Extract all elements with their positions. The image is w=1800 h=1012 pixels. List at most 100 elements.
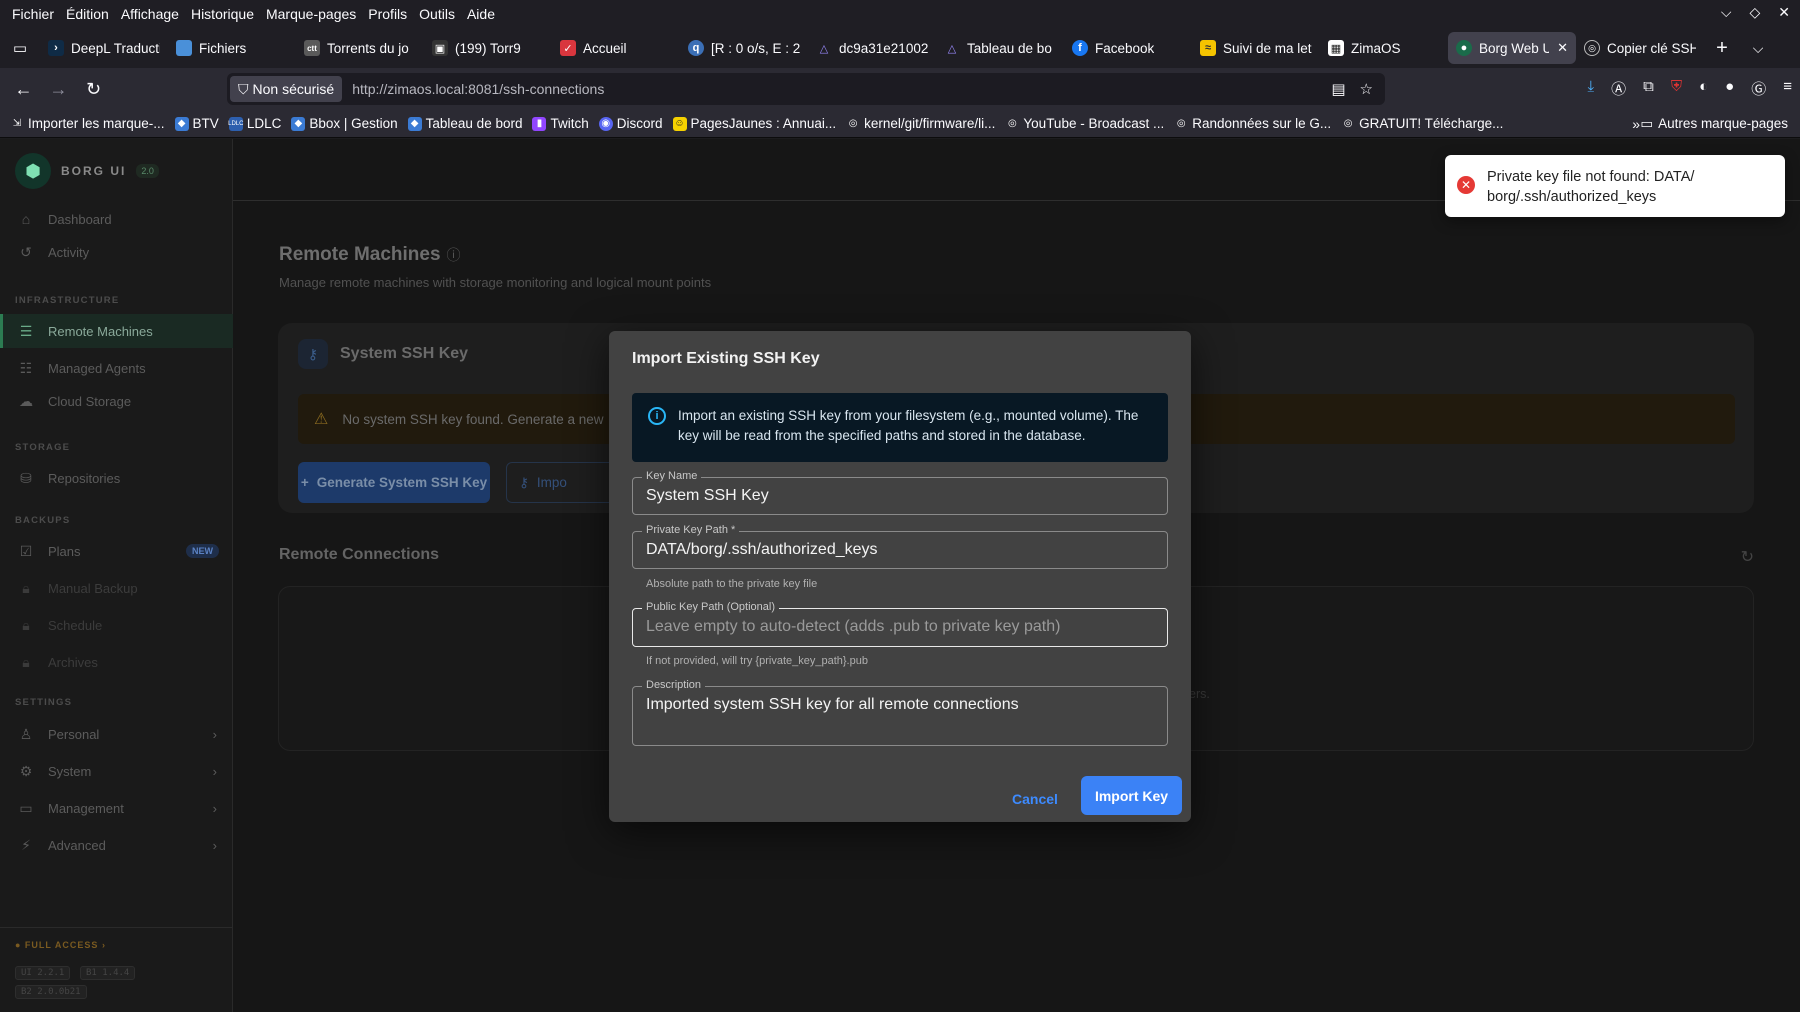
import-key-button[interactable]: Import Key xyxy=(1081,776,1182,815)
sidebar-item-system[interactable]: ⚙ System › xyxy=(0,754,233,788)
refresh-icon[interactable]: ↻ xyxy=(1741,547,1754,567)
chevron-down-icon[interactable]: ⌵ xyxy=(1740,40,1776,57)
menu-outils[interactable]: Outils xyxy=(413,6,461,22)
tab-torr9[interactable]: ▣ (199) Torr9 xyxy=(424,32,552,64)
security-indicator[interactable]: ⛉ Non sécurisé xyxy=(230,76,343,102)
shield-icon: ⛉ xyxy=(238,80,249,97)
key-name-value: System SSH Key xyxy=(646,487,769,504)
management-icon: ▭ xyxy=(19,799,33,816)
account-icon[interactable]: Ⓐ xyxy=(1611,78,1626,99)
sidebar-item-repositories[interactable]: ⛁ Repositories xyxy=(0,461,233,495)
private-key-helper: Absolute path to the private key file xyxy=(646,578,818,590)
tab-laposte[interactable]: ≈ Suivi de ma let xyxy=(1192,32,1320,64)
tab-accueil[interactable]: ✓ Accueil xyxy=(552,32,680,64)
close-tab-icon[interactable]: ✕ xyxy=(1557,40,1568,56)
forward-icon[interactable]: → xyxy=(41,79,76,100)
tab-zimaos[interactable]: ▦ ZimaOS xyxy=(1320,32,1448,64)
bookmark-btv[interactable]: ◆ BTV xyxy=(174,116,219,131)
sidebar-item-dashboard[interactable]: ⌂ Dashboard xyxy=(0,202,233,236)
tab-overview-icon[interactable]: ▭ xyxy=(0,39,40,57)
menu-marque-pages[interactable]: Marque-pages xyxy=(260,6,362,22)
ublock-icon[interactable]: ⛨ xyxy=(1671,78,1682,99)
brand[interactable]: ⬢ BORG UI 2.0 xyxy=(15,153,159,189)
bookmark-bbox[interactable]: ◆ Bbox | Gestion xyxy=(291,116,398,131)
menu-historique[interactable]: Historique xyxy=(185,6,260,22)
bookmark-kernel-git[interactable]: ◎ kernel/git/firmware/li... xyxy=(846,116,996,131)
bookmark-randonnees[interactable]: ◎ Randonnées sur le G... xyxy=(1174,116,1331,131)
bookmark-twitch[interactable]: ▮ Twitch xyxy=(532,116,589,131)
btv-icon: ◆ xyxy=(174,116,189,131)
download-icon[interactable]: ⤓ xyxy=(1587,78,1594,99)
bookmark-ldlc[interactable]: LDLC LDLC xyxy=(228,116,281,131)
maximize-icon[interactable]: ◇ xyxy=(1749,4,1760,21)
sidebar-item-schedule[interactable]: 🔒︎ Schedule xyxy=(0,608,233,642)
extensions-icon[interactable]: ⧉ xyxy=(1643,78,1654,99)
sidebar-item-archives[interactable]: 🔒︎ Archives xyxy=(0,645,233,679)
bookmark-discord[interactable]: ◉ Discord xyxy=(598,116,663,131)
hamburger-menu-icon[interactable]: ≡ xyxy=(1783,78,1792,99)
close-window-icon[interactable]: ✕ xyxy=(1778,4,1790,21)
tab-torrents[interactable]: ctt Torrents du jo xyxy=(296,32,424,64)
bookmark-star-icon[interactable]: ☆ xyxy=(1360,80,1373,98)
folder-icon: ▭ xyxy=(1640,115,1654,131)
tab-dc9a31e21002[interactable]: △ dc9a31e21002 xyxy=(808,32,936,64)
tableau-icon: ◆ xyxy=(407,116,422,131)
sidebar-item-cloud-storage[interactable]: ☁ Cloud Storage xyxy=(0,384,233,418)
menu-edition[interactable]: Édition xyxy=(60,6,115,22)
menu-aide[interactable]: Aide xyxy=(461,6,501,22)
url-text[interactable]: http://zimaos.local:8081/ssh-connections xyxy=(352,81,604,97)
bookmark-gratuit[interactable]: ◎ GRATUIT! Télécharge... xyxy=(1341,116,1504,131)
globe-icon: ◎ xyxy=(1176,118,1186,129)
tab-facebook[interactable]: f Facebook xyxy=(1064,32,1192,64)
error-toast[interactable]: ✕ Private key file not found: DATA/ borg… xyxy=(1445,155,1785,217)
bookmark-youtube-broadcast[interactable]: ◎ YouTube - Broadcast ... xyxy=(1005,116,1164,131)
reader-view-icon[interactable]: ▤ xyxy=(1331,80,1345,98)
minimize-icon[interactable]: ⌵ xyxy=(1721,4,1732,21)
sidebar-item-personal[interactable]: ♙ Personal › xyxy=(0,717,233,751)
tab-copier-cle-ssh[interactable]: ◎ Copier clé SSH xyxy=(1576,32,1704,64)
tab-borg-web-ui[interactable]: ● Borg Web U ✕ xyxy=(1448,32,1576,64)
info-icon[interactable]: ⓘ xyxy=(447,247,461,263)
sidebar-item-manual-backup[interactable]: 🔒︎ Manual Backup xyxy=(0,571,233,605)
sidebar-item-advanced[interactable]: ⚡︎ Advanced › xyxy=(0,828,233,862)
reload-icon[interactable]: ↻ xyxy=(76,79,111,100)
tab-deepl[interactable]: › DeepL Traducti xyxy=(40,32,168,64)
extension-g-icon[interactable]: Ⓖ xyxy=(1751,78,1766,99)
other-bookmarks[interactable]: ▭ Autres marque-pages xyxy=(1640,116,1788,132)
sidebar-item-activity[interactable]: ↺ Activity xyxy=(0,235,233,269)
bookmark-tableau-de-bord[interactable]: ◆ Tableau de bord xyxy=(407,116,522,131)
back-icon[interactable]: ← xyxy=(6,79,41,100)
bookmark-pagesjaunes[interactable]: ☺ PagesJaunes : Annuai... xyxy=(672,116,836,131)
home-app-icon: ✓ xyxy=(560,40,576,56)
cancel-button[interactable]: Cancel xyxy=(1004,782,1066,816)
public-key-label: Public Key Path (Optional) xyxy=(642,601,780,613)
new-tab-icon[interactable]: + xyxy=(1704,37,1740,60)
url-bar[interactable]: ⛉ Non sécurisé http://zimaos.local:8081/s… xyxy=(227,73,1385,105)
bookmark-import[interactable]: ⇲ Importer les marque-... xyxy=(10,116,165,131)
extension-dot-icon[interactable]: ● xyxy=(1725,78,1734,99)
key-icon: ⚷ xyxy=(519,474,529,490)
menu-affichage[interactable]: Affichage xyxy=(115,6,185,22)
page-title: Remote Machines ⓘ xyxy=(279,244,461,265)
sidebar-item-remote-machines[interactable]: ☰ Remote Machines xyxy=(0,314,233,348)
more-bookmarks-icon[interactable]: » xyxy=(1632,116,1640,132)
access-level[interactable]: ● FULL ACCESS › xyxy=(15,940,106,950)
sidebar-item-managed-agents[interactable]: ☷ Managed Agents xyxy=(0,351,233,385)
public-key-path-field[interactable]: Public Key Path (Optional) Leave empty t… xyxy=(632,601,1168,647)
description-field[interactable]: Description Imported system SSH key for … xyxy=(632,679,1168,746)
facebook-icon: f xyxy=(1072,40,1088,56)
menu-fichier[interactable]: Fichier xyxy=(6,6,60,22)
extension-bird-icon[interactable]: ◐ xyxy=(1699,78,1708,99)
globe-icon: ◎ xyxy=(1343,118,1353,129)
tab-tableau-de-bord[interactable]: △ Tableau de bo xyxy=(936,32,1064,64)
key-name-field[interactable]: Key Name System SSH Key xyxy=(632,470,1168,515)
private-key-path-field[interactable]: Private Key Path * DATA/borg/.ssh/author… xyxy=(632,524,1168,569)
tab-fichiers[interactable]: Fichiers xyxy=(168,32,296,64)
tab-qbittorrent[interactable]: q [R : 0 o/s, E : 2 xyxy=(680,32,808,64)
sidebar-item-management[interactable]: ▭ Management › xyxy=(0,791,233,825)
page-subtitle: Manage remote machines with storage moni… xyxy=(279,275,712,290)
sidebar-item-plans[interactable]: ☑ Plans NEW xyxy=(0,534,233,568)
generate-ssh-key-button[interactable]: + Generate System SSH Key xyxy=(298,462,490,503)
menu-profils[interactable]: Profils xyxy=(362,6,413,22)
private-key-value: DATA/borg/.ssh/authorized_keys xyxy=(646,541,878,558)
